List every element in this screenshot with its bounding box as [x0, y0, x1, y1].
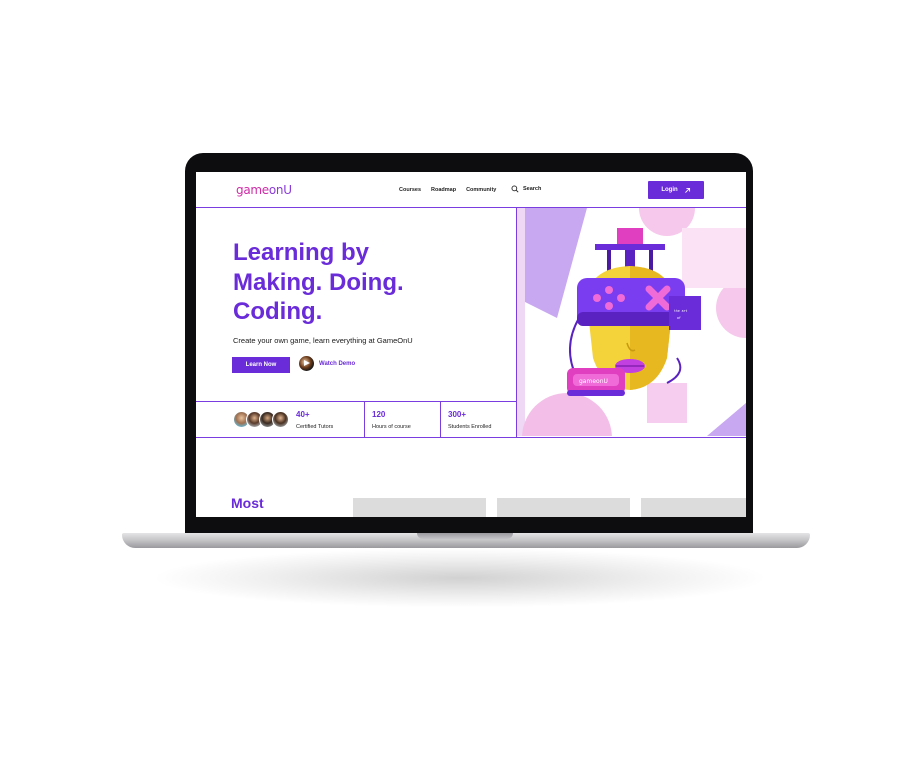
arrow-up-right-icon: [684, 187, 690, 193]
nav-link-courses[interactable]: Courses: [399, 187, 421, 193]
play-icon: [299, 356, 314, 371]
headline-line-2: Making. Doing.: [233, 268, 404, 296]
laptop-shadow: [150, 548, 770, 608]
learn-now-button[interactable]: Learn Now: [232, 357, 290, 373]
nav-links: Courses Roadmap Community: [399, 187, 496, 193]
course-card[interactable]: [641, 498, 746, 517]
stat-students: 300+ Students Enrolled: [441, 402, 517, 437]
watch-demo-button[interactable]: Watch Demo: [299, 356, 355, 371]
search-icon: [511, 185, 519, 193]
laptop-screen: gameonU Courses Roadmap Community Search…: [196, 172, 746, 517]
stat-label: Certified Tutors: [296, 424, 334, 430]
hero-subtitle: Create your own game, learn everything a…: [233, 336, 413, 345]
watch-demo-label: Watch Demo: [319, 360, 356, 367]
hero-illustration: the art of gameonU: [517, 208, 746, 436]
headset-badge: gameonU: [579, 378, 608, 385]
search-label: Search: [523, 186, 542, 192]
brand-logo[interactable]: gameonU: [236, 183, 292, 197]
logo-part1: game: [236, 183, 269, 197]
laptop-hinge-notch: [417, 533, 513, 539]
course-card[interactable]: [353, 498, 486, 517]
headline-line-1: Learning by: [233, 239, 370, 266]
svg-text:of: of: [677, 316, 681, 320]
tutor-avatars: [233, 411, 289, 428]
stats-bar: 40+ Certified Tutors 120 Hours of course…: [196, 401, 517, 438]
stat-tutors: 40+ Certified Tutors: [196, 402, 365, 437]
avatar: [272, 411, 289, 428]
login-label: Login: [661, 187, 678, 193]
stat-value: 40+: [296, 410, 310, 419]
hero-headline: Learning by Making. Doing. Coding.: [233, 238, 503, 327]
section-heading: Most: [231, 495, 264, 511]
headline-line-3: Coding.: [233, 298, 323, 325]
svg-text:the art: the art: [674, 309, 688, 313]
stat-label: Hours of course: [372, 424, 411, 430]
search-button[interactable]: Search: [511, 185, 541, 193]
stat-value: 300+: [448, 410, 467, 419]
hero-text-panel: Learning by Making. Doing. Coding. Creat…: [196, 208, 517, 401]
nav-link-community[interactable]: Community: [466, 187, 496, 193]
navbar: gameonU Courses Roadmap Community Search…: [196, 172, 746, 208]
stat-hours: 120 Hours of course: [365, 402, 441, 437]
hero-section: Learning by Making. Doing. Coding. Creat…: [196, 208, 746, 438]
logo-part2: onU: [268, 183, 292, 197]
nav-link-roadmap[interactable]: Roadmap: [431, 187, 456, 193]
vr-character-illustration: the art of gameonU: [517, 208, 746, 436]
login-button[interactable]: Login: [648, 181, 704, 199]
stat-value: 120: [372, 410, 386, 419]
stat-label: Students Enrolled: [448, 424, 492, 430]
course-card[interactable]: [497, 498, 630, 517]
